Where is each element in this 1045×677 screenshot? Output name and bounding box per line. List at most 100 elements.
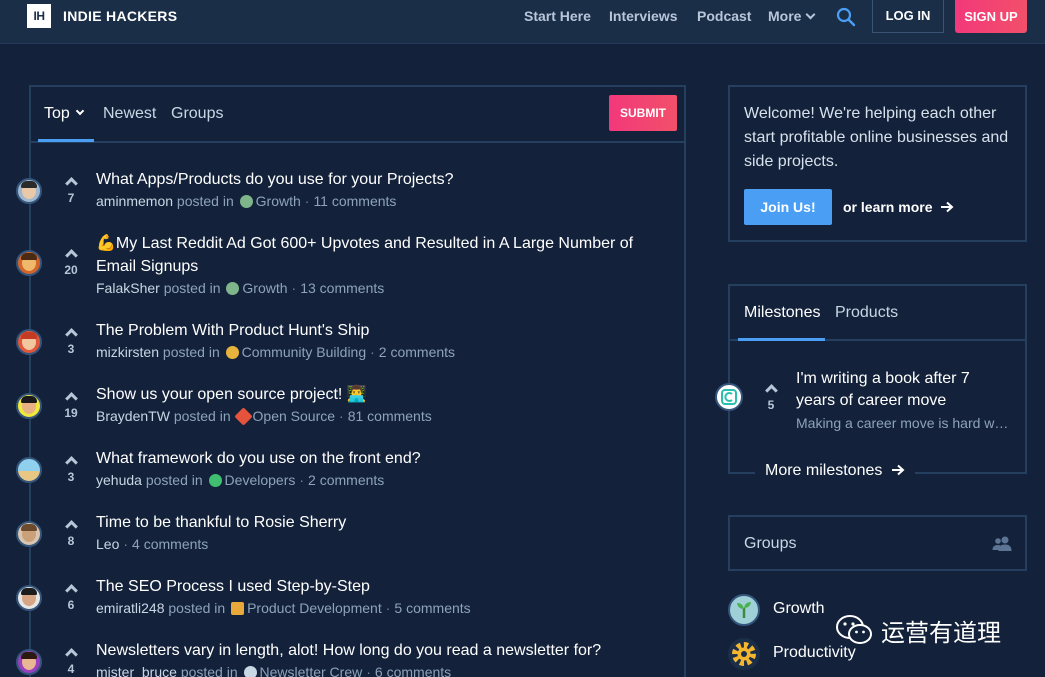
post-item: 4 Newsletters vary in length, alot! How … xyxy=(16,642,688,677)
post-author[interactable]: mizkirsten xyxy=(96,344,159,360)
post-author[interactable]: Leo xyxy=(96,536,119,552)
post-meta: mister_bruce posted in Newsletter Crew · 6… xyxy=(96,664,451,677)
post-author[interactable]: BraydenTW xyxy=(96,408,170,424)
feed-tabs: Top Newest Groups SUBMIT xyxy=(31,87,684,143)
post-title[interactable]: What Apps/Products do you use for your P… xyxy=(96,168,666,191)
upvote-button[interactable]: 8 xyxy=(59,519,83,559)
upvote-button[interactable]: 6 xyxy=(59,583,83,623)
post-comments[interactable]: 81 comments xyxy=(348,408,432,424)
post-author[interactable]: yehuda xyxy=(96,472,142,488)
upvote-arrow-icon xyxy=(64,648,78,661)
post-comments[interactable]: 2 comments xyxy=(379,344,455,360)
growth-icon xyxy=(728,594,760,626)
posted-in-text: posted in xyxy=(163,280,221,296)
group-label: Productivity xyxy=(773,644,856,661)
post-group[interactable]: Community Building xyxy=(242,344,367,360)
upvote-button[interactable]: 3 xyxy=(59,327,83,367)
upvote-arrow-icon xyxy=(764,384,778,397)
avatar[interactable] xyxy=(16,457,42,483)
post-group[interactable]: Growth xyxy=(256,193,301,209)
wechat-icon xyxy=(836,615,872,644)
post-title[interactable]: The SEO Process I used Step-by-Step xyxy=(96,575,666,598)
nav-more[interactable]: More xyxy=(768,8,816,24)
post-item: 3 What framework do you use on the front… xyxy=(16,450,688,515)
meta-separator: · xyxy=(385,600,391,616)
upvote-button[interactable]: 19 xyxy=(59,391,83,431)
active-tab-indicator xyxy=(38,139,94,142)
upvote-button[interactable]: 7 xyxy=(59,176,83,216)
post-comments[interactable]: 2 comments xyxy=(308,472,384,488)
upvote-arrow-icon xyxy=(64,177,78,190)
post-comments[interactable]: 6 comments xyxy=(375,664,451,677)
tab-newest[interactable]: Newest xyxy=(103,105,156,123)
growth-group-icon xyxy=(226,282,240,295)
submit-button[interactable]: SUBMIT xyxy=(609,95,677,131)
milestone-title[interactable]: I'm writing a book after 7 years of care… xyxy=(796,368,1011,412)
post-title[interactable]: Show us your open source project! 👨‍💻 xyxy=(96,383,666,406)
more-milestones-link[interactable]: More milestones xyxy=(755,462,915,480)
tab-milestones[interactable]: Milestones xyxy=(744,304,820,322)
post-group[interactable]: Open Source xyxy=(253,408,336,424)
nav-start-here[interactable]: Start Here xyxy=(524,8,591,24)
posted-in-text: posted in xyxy=(176,193,234,209)
post-group[interactable]: Newsletter Crew xyxy=(260,664,363,677)
post-title[interactable]: What framework do you use on the front e… xyxy=(96,447,666,470)
upvote-button[interactable]: 20 xyxy=(59,248,83,288)
post-item: 6 The SEO Process I used Step-by-Step em… xyxy=(16,578,688,643)
avatar[interactable] xyxy=(16,250,42,276)
signup-button[interactable]: SIGN UP xyxy=(955,0,1027,33)
post-meta: FalakSher posted in Growth · 13 comments xyxy=(96,280,384,296)
avatar[interactable] xyxy=(16,521,42,547)
join-button[interactable]: Join Us! xyxy=(744,189,832,225)
post-group[interactable]: Growth xyxy=(242,280,287,296)
tab-products[interactable]: Products xyxy=(835,304,898,322)
logo-text[interactable]: INDIE HACKERS xyxy=(63,8,177,24)
post-author[interactable]: aminmemon xyxy=(96,193,173,209)
tab-groups[interactable]: Groups xyxy=(171,105,223,123)
post-title[interactable]: 💪My Last Reddit Ad Got 600+ Upvotes and … xyxy=(96,232,666,278)
avatar[interactable] xyxy=(16,329,42,355)
meta-separator: · xyxy=(304,193,310,209)
post-author[interactable]: emiratli248 xyxy=(96,600,164,616)
learn-more-link[interactable]: or learn more xyxy=(843,199,954,215)
post-comments[interactable]: 11 comments xyxy=(313,193,396,209)
posted-in-text: posted in xyxy=(173,408,231,424)
avatar[interactable] xyxy=(16,178,42,204)
logo-mark[interactable]: IH xyxy=(27,4,51,28)
post-group[interactable]: Product Development xyxy=(247,600,382,616)
post-author[interactable]: FalakSher xyxy=(96,280,160,296)
nav-podcast[interactable]: Podcast xyxy=(697,8,751,24)
upvote-button[interactable]: 5 xyxy=(759,383,783,423)
meta-separator: · xyxy=(366,664,371,677)
post-comments[interactable]: 4 comments xyxy=(132,536,208,552)
upvote-button[interactable]: 3 xyxy=(59,455,83,495)
posted-in-text: posted in xyxy=(168,600,226,616)
growth-group-icon xyxy=(239,195,253,208)
milestone-avatar[interactable] xyxy=(715,383,743,411)
groups-card[interactable]: Groups xyxy=(728,515,1027,571)
post-title[interactable]: Time to be thankful to Rosie Sherry xyxy=(96,511,666,534)
upvote-arrow-icon xyxy=(64,456,78,469)
upvote-button[interactable]: 4 xyxy=(59,647,83,677)
post-title[interactable]: Newsletters vary in length, alot! How lo… xyxy=(96,639,666,662)
post-title[interactable]: The Problem With Product Hunt's Ship xyxy=(96,319,666,342)
nav-interviews[interactable]: Interviews xyxy=(609,8,677,24)
developers-group-icon xyxy=(208,474,222,487)
welcome-card: Welcome! We're helping each other start … xyxy=(728,85,1027,242)
avatar[interactable] xyxy=(16,649,42,675)
post-comments[interactable]: 13 comments xyxy=(300,280,384,296)
meta-separator: · xyxy=(123,536,129,552)
meta-separator: · xyxy=(291,280,297,296)
post-comments[interactable]: 5 comments xyxy=(394,600,470,616)
upvote-arrow-icon xyxy=(64,584,78,597)
avatar[interactable] xyxy=(16,393,42,419)
post-author[interactable]: mister_bruce xyxy=(96,664,177,677)
post-group[interactable]: Developers xyxy=(225,472,296,488)
tab-top[interactable]: Top xyxy=(44,105,85,123)
group-label: Growth xyxy=(773,600,825,617)
welcome-text: Welcome! We're helping each other start … xyxy=(744,105,1009,170)
tab-top-label: Top xyxy=(44,105,70,122)
avatar[interactable] xyxy=(16,585,42,611)
search-icon[interactable] xyxy=(836,7,856,27)
login-button[interactable]: LOG IN xyxy=(872,0,944,33)
